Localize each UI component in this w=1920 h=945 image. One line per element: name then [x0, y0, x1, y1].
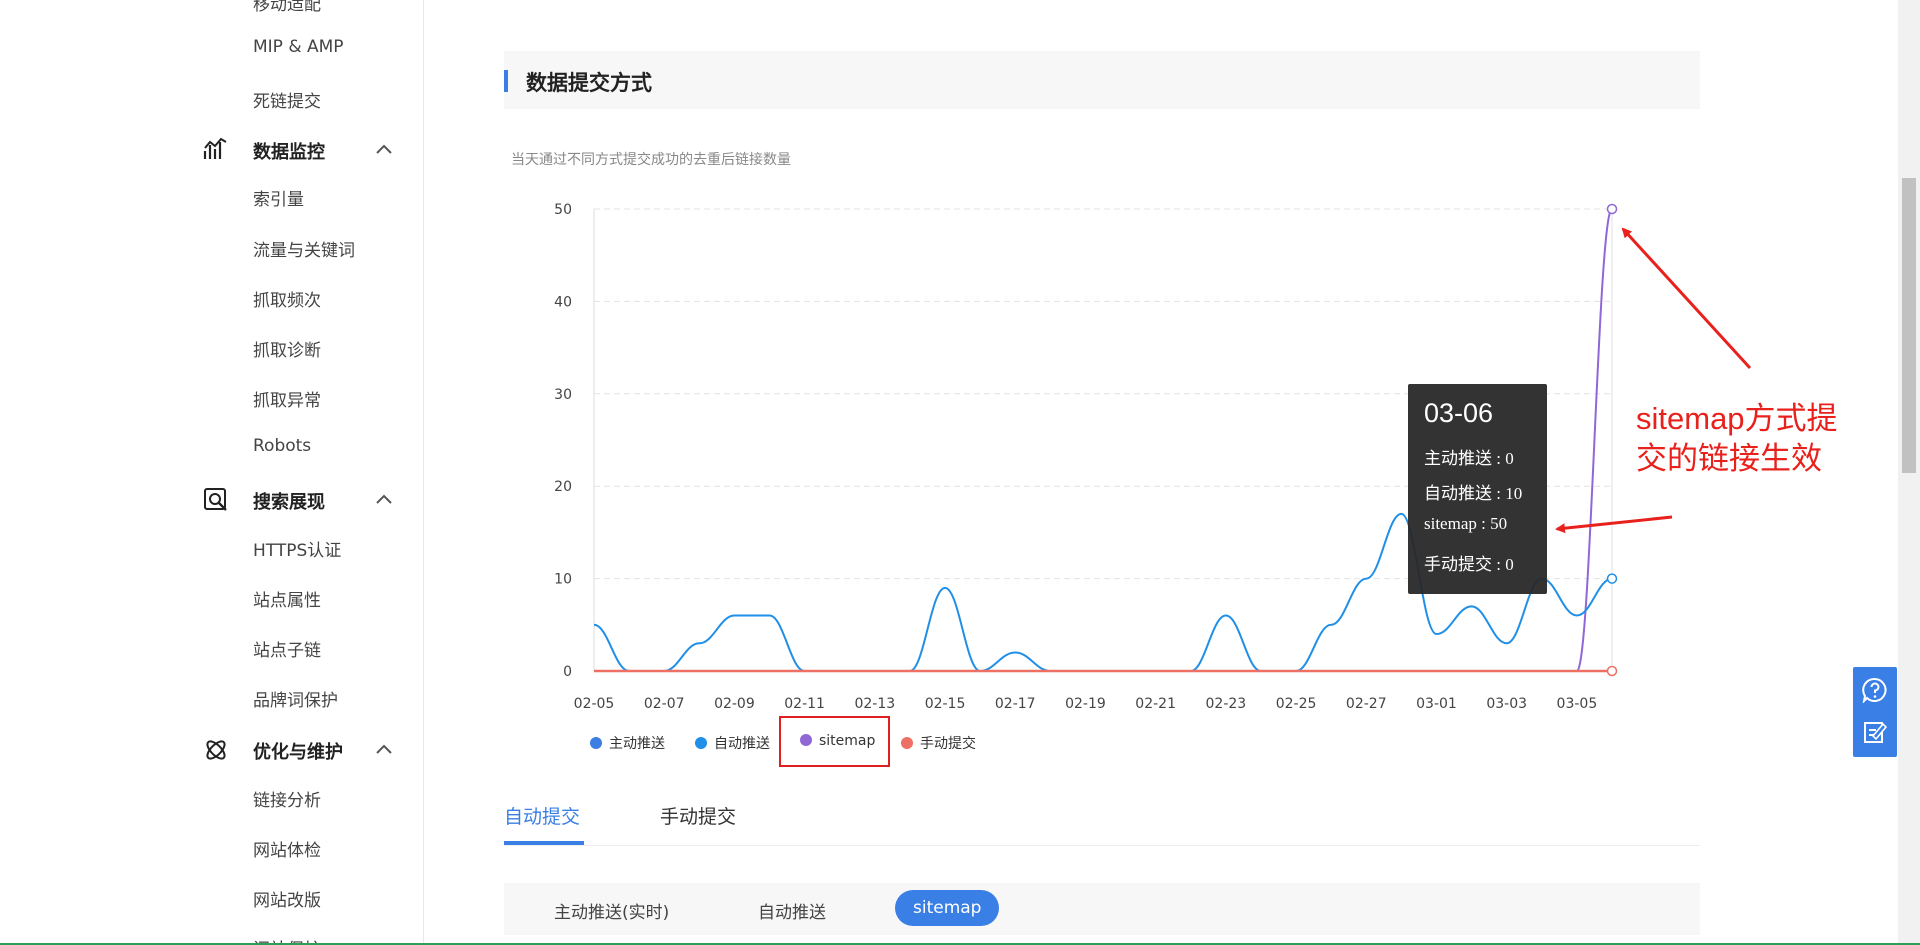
sidebar-item-deadlink[interactable]: 死链提交 — [253, 87, 321, 112]
chevron-up-icon[interactable] — [375, 741, 393, 759]
x-tick-label: 03-05 — [1557, 696, 1598, 712]
search-display-icon — [204, 488, 227, 511]
tooltip-row: 手动提交 : 0 — [1424, 555, 1514, 574]
x-tick-label: 02-13 — [854, 696, 895, 712]
x-tick-label: 02-23 — [1206, 696, 1247, 712]
sidebar-item-brand[interactable]: 品牌词保护 — [253, 686, 338, 711]
sidebar-group-search[interactable]: 搜索展现 — [203, 485, 403, 515]
section-accent-bar — [504, 70, 508, 92]
point-sitemap-last — [1606, 203, 1618, 215]
x-tick-label: 02-19 — [1065, 696, 1106, 712]
legend-dot — [590, 737, 602, 749]
chevron-up-icon[interactable] — [375, 491, 393, 509]
x-tick-label: 02-17 — [995, 696, 1036, 712]
legend-dot — [695, 737, 707, 749]
sidebar-item-crawl-freq[interactable]: 抓取频次 — [253, 286, 321, 311]
sidebar-item-mip-amp[interactable]: MIP & AMP — [253, 37, 344, 57]
legend-label: 手动提交 — [920, 736, 976, 752]
sidebar-item-https[interactable]: HTTPS认证 — [253, 536, 341, 561]
sidebar-item-sitelinks[interactable]: 站点子链 — [253, 636, 321, 661]
sidebar-item-index[interactable]: 索引量 — [253, 185, 304, 210]
y-tick-label: 0 — [563, 664, 572, 680]
annotation-line1: sitemap方式提 — [1636, 401, 1838, 436]
tab-manual-submit[interactable]: 手动提交 — [660, 802, 736, 829]
subtab-active-push[interactable]: 主动推送(实时) — [554, 898, 669, 923]
sidebar-item-traffic[interactable]: 流量与关键词 — [253, 236, 355, 261]
subtab-auto-push[interactable]: 自动推送 — [758, 898, 826, 923]
section-header: 数据提交方式 — [504, 51, 1700, 109]
scrollbar-thumb[interactable] — [1902, 178, 1916, 473]
sidebar-item-robots[interactable]: Robots — [253, 436, 311, 456]
x-tick-label: 02-21 — [1135, 696, 1176, 712]
x-tick-label: 02-15 — [925, 696, 966, 712]
sidebar-group-search-label: 搜索展现 — [253, 492, 325, 513]
submit-tabs: 自动提交 手动提交 — [504, 796, 1700, 846]
legend-highlight-box — [779, 716, 890, 767]
legend-item-active-push[interactable]: 主动推送 — [590, 733, 665, 757]
annotation-text: sitemap方式提 交的链接生效 — [1636, 399, 1876, 479]
question-icon[interactable] — [1862, 677, 1888, 703]
sidebar: 移动适配 MIP & AMP 死链提交 数据监控 索引量 流量与关键词 抓取频次… — [0, 0, 424, 945]
legend-label: 自动推送 — [714, 736, 770, 752]
x-tick-label: 02-05 — [574, 696, 615, 712]
tab-active-underline — [504, 841, 584, 845]
x-tick-label: 02-27 — [1346, 696, 1387, 712]
legend-label: 主动推送 — [609, 736, 665, 752]
sidebar-item-link-analysis[interactable]: 链接分析 — [253, 786, 321, 811]
sidebar-item-crawl-diag[interactable]: 抓取诊断 — [253, 336, 321, 361]
chart-subtitle: 当天通过不同方式提交成功的去重后链接数量 — [511, 152, 791, 168]
x-tick-label: 03-01 — [1416, 696, 1457, 712]
y-tick-label: 10 — [554, 572, 572, 588]
y-tick-label: 30 — [554, 387, 572, 403]
x-tick-label: 02-25 — [1276, 696, 1317, 712]
section-title: 数据提交方式 — [526, 71, 652, 95]
point-manual-last — [1606, 665, 1618, 677]
y-tick-label: 40 — [554, 294, 572, 310]
tooltip-row: 主动推送 : 0 — [1424, 449, 1514, 468]
sidebar-group-monitor[interactable]: 数据监控 — [203, 135, 403, 165]
legend-item-auto-push[interactable]: 自动推送 — [695, 733, 770, 757]
subtab-sitemap[interactable]: sitemap — [895, 890, 1000, 926]
annotation-line2: 交的链接生效 — [1636, 441, 1822, 476]
sidebar-item-site-attr[interactable]: 站点属性 — [253, 586, 321, 611]
feedback-edit-icon[interactable] — [1862, 719, 1888, 745]
sidebar-group-optimize-label: 优化与维护 — [253, 742, 343, 763]
tooltip-row: sitemap : 50 — [1424, 514, 1508, 533]
chevron-up-icon[interactable] — [375, 141, 393, 159]
x-tick-label: 02-07 — [644, 696, 685, 712]
x-tick-label: 03-03 — [1486, 696, 1527, 712]
floating-toolbar — [1853, 667, 1897, 757]
sidebar-item-crawl-error[interactable]: 抓取异常 — [253, 386, 321, 411]
chart-monitor-icon — [203, 137, 227, 159]
x-tick-label: 02-09 — [714, 696, 755, 712]
legend-dot — [901, 737, 913, 749]
scrollbar[interactable] — [1898, 0, 1920, 945]
sidebar-item-revision[interactable]: 网站改版 — [253, 886, 321, 911]
tab-auto-submit[interactable]: 自动提交 — [504, 802, 580, 829]
y-tick-label: 20 — [554, 479, 572, 495]
optimize-atom-icon — [206, 740, 226, 760]
sidebar-item-site-check[interactable]: 网站体检 — [253, 836, 321, 861]
sidebar-item-mobile-adapt[interactable]: 移动适配 — [253, 0, 321, 15]
point-auto-push-last — [1606, 573, 1618, 584]
sidebar-group-monitor-label: 数据监控 — [253, 142, 325, 163]
chart-tooltip: 03-06 主动推送 : 0 自动推送 : 10 sitemap : 50 手动… — [1408, 384, 1547, 594]
submit-subtabs: 主动推送(实时) 自动推送 sitemap — [504, 883, 1700, 935]
tooltip-row: 自动推送 : 10 — [1424, 484, 1523, 503]
x-tick-label: 02-11 — [784, 696, 825, 712]
sidebar-group-optimize[interactable]: 优化与维护 — [203, 735, 403, 765]
tooltip-date: 03-06 — [1424, 398, 1494, 428]
legend-item-manual[interactable]: 手动提交 — [901, 733, 976, 757]
y-tick-label: 50 — [554, 202, 572, 218]
